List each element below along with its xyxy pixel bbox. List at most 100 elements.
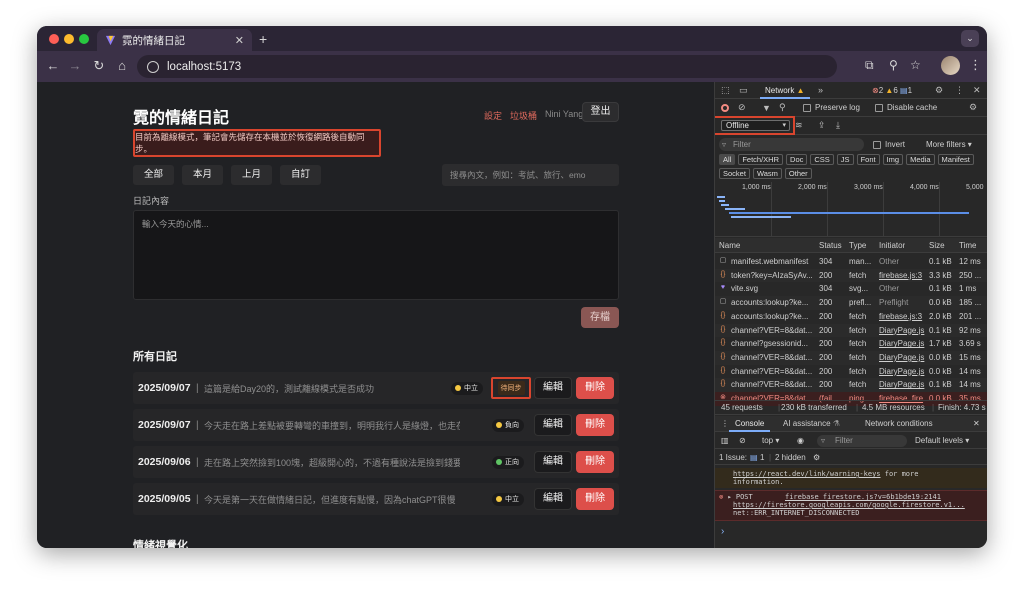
maximize-window-button[interactable] (79, 34, 89, 44)
col-initiator[interactable]: Initiator (879, 241, 905, 250)
chip-doc[interactable]: Doc (786, 154, 808, 165)
diary-entry[interactable]: 2025/09/07 | 這篇是給Day20的，測試離線模式是否成功 中立 待同… (133, 372, 619, 404)
edit-button[interactable]: 編輯 (534, 488, 572, 510)
chip-all[interactable]: All (719, 154, 736, 165)
tab-search-button[interactable]: ⌄ (961, 30, 979, 47)
expand-triangle-icon[interactable]: ▸ (727, 493, 731, 501)
post-source-link[interactable]: firebase_firestore.js?v=6b1bde19:2141 (785, 493, 941, 501)
zoom-icon[interactable]: ⚲ (889, 58, 898, 72)
col-status[interactable]: Status (819, 241, 842, 250)
export-har-icon[interactable]: ⤓ (836, 120, 840, 131)
tab-network[interactable]: Network ▲ (760, 82, 810, 99)
reload-icon[interactable]: ↻ (91, 58, 107, 74)
browser-tab[interactable]: 霓的情緒日記 ✕ (97, 29, 252, 51)
record-icon[interactable] (721, 103, 729, 112)
bookmark-star-icon[interactable]: ☆ (910, 58, 921, 72)
cell-initiator[interactable]: firebase.js:3 (879, 312, 927, 321)
profile-avatar[interactable] (941, 56, 960, 75)
delete-button[interactable]: 刪除 (576, 414, 614, 436)
chip-css[interactable]: CSS (810, 154, 834, 165)
filter-funnel-icon[interactable]: ▼ (762, 103, 771, 113)
logout-button[interactable]: 登出 (582, 102, 619, 122)
trash-link[interactable]: 垃圾桶 (510, 109, 537, 122)
cell-initiator[interactable]: DiaryPage.js (879, 353, 927, 362)
cell-initiator[interactable]: DiaryPage.js (879, 367, 927, 376)
chip-font[interactable]: Font (856, 154, 880, 165)
network-filter-input[interactable]: Filter (719, 138, 864, 151)
network-request-row[interactable]: {} channel?gsessionid... 200 fetch DiaryPage… (715, 337, 987, 351)
network-request-row[interactable]: {} accounts:lookup?ke... 200 fetch firebase.… (715, 309, 987, 324)
settings-gear-icon[interactable]: ⚙ (935, 85, 943, 96)
filter-custom-button[interactable]: 自訂 (280, 165, 322, 185)
diary-entry[interactable]: 2025/09/05 | 今天是第一天在做情緒日記，但進度有點慢，因為chatG… (133, 483, 619, 515)
chip-other[interactable]: Other (784, 168, 812, 179)
cell-initiator[interactable]: DiaryPage.js (879, 326, 927, 335)
cell-initiator[interactable]: firebase.js:3 (879, 271, 927, 280)
clear-console-icon[interactable]: ⊘ (739, 436, 746, 445)
tab-close-icon[interactable]: ✕ (235, 34, 244, 47)
cell-initiator[interactable]: DiaryPage.js (879, 380, 927, 389)
react-warning-link[interactable]: https://react.dev/link/warning-keys (733, 470, 881, 478)
chip-media[interactable]: Media (906, 154, 935, 165)
chip-img[interactable]: Img (882, 154, 904, 165)
forward-arrow-icon[interactable]: → (67, 58, 83, 73)
chip-socket[interactable]: Socket (719, 168, 750, 179)
device-toolbar-icon[interactable]: ▭ (739, 85, 748, 96)
more-tabs-icon[interactable]: » (818, 85, 823, 95)
console-settings-icon[interactable]: ⚙ (813, 453, 820, 462)
diary-entry[interactable]: 2025/09/07 | 今天走在路上差點被要轉彎的車撞到，明明我行人是綠燈，也… (133, 409, 619, 441)
close-window-button[interactable] (49, 34, 59, 44)
network-timeline[interactable]: 1,000 ms 2,000 ms 3,000 ms 4,000 ms 5,00… (715, 182, 987, 237)
filter-all-button[interactable]: 全部 (133, 165, 175, 185)
close-devtools-icon[interactable]: ✕ (973, 85, 981, 96)
close-drawer-icon[interactable]: ✕ (973, 419, 980, 428)
col-name[interactable]: Name (719, 241, 740, 250)
network-request-row[interactable]: {} channel?VER=8&dat... 200 fetch DiaryPage.… (715, 364, 987, 379)
delete-button[interactable]: 刪除 (576, 377, 614, 399)
console-counts[interactable]: ⊗2 ▲6 ▤1 (872, 86, 912, 95)
network-request-row[interactable]: ♥ vite.svg 304 svg... Other 0.1 kB 1 ms (715, 282, 987, 297)
filter-last-month-button[interactable]: 上月 (231, 165, 273, 185)
col-size[interactable]: Size (929, 241, 945, 250)
context-selector[interactable]: top ▾ (762, 436, 779, 445)
save-button[interactable]: 存檔 (581, 307, 619, 328)
chip-wasm[interactable]: Wasm (752, 168, 782, 179)
edit-button[interactable]: 編輯 (534, 377, 572, 399)
delete-button[interactable]: 刪除 (576, 488, 614, 510)
clear-icon[interactable]: ⊘ (738, 102, 746, 113)
disable-cache-checkbox[interactable] (875, 103, 883, 112)
default-levels-dropdown[interactable]: Default levels ▾ (915, 436, 969, 445)
console-prompt[interactable]: › (721, 526, 724, 537)
console-filter-input[interactable]: Filter (817, 434, 907, 447)
network-request-row[interactable]: {} token?key=AIzaSyAv... 200 fetch firebase.… (715, 268, 987, 283)
import-har-icon[interactable]: ⇪ (818, 120, 826, 131)
new-tab-icon[interactable]: + (259, 31, 267, 47)
edit-button[interactable]: 編輯 (534, 451, 572, 473)
chip-js[interactable]: JS (836, 154, 854, 165)
home-icon[interactable]: ⌂ (114, 58, 130, 73)
network-request-row[interactable]: {} channel?VER=8&dat... 200 fetch DiaryPage.… (715, 323, 987, 338)
issues-count[interactable]: 1 (760, 453, 764, 462)
issue-icon[interactable]: ▤ (750, 453, 758, 462)
minimize-window-button[interactable] (64, 34, 74, 44)
search-icon[interactable]: ⚲ (779, 102, 786, 113)
back-arrow-icon[interactable]: ← (45, 58, 61, 73)
tab-ai-assistance[interactable]: AI assistance ⚗ (783, 419, 840, 428)
network-settings-icon[interactable]: ⚙ (969, 102, 977, 113)
network-request-row[interactable]: {} channel?VER=8&dat... 200 fetch DiaryPage.… (715, 378, 987, 392)
preserve-log-checkbox[interactable] (803, 103, 811, 112)
edit-button[interactable]: 編輯 (534, 414, 572, 436)
col-type[interactable]: Type (849, 241, 866, 250)
diary-search-input[interactable] (442, 164, 619, 186)
chip-fetch-xhr[interactable]: Fetch/XHR (738, 154, 784, 165)
console-error-message[interactable]: ⊗ ▸ POST firebase_firestore.js?v=6b1bde1… (715, 490, 987, 521)
network-request-row[interactable]: ▢ accounts:lookup?ke... 200 prefl... Preflig… (715, 296, 987, 310)
network-conditions-icon[interactable]: ≋ (795, 120, 803, 131)
inspect-element-icon[interactable]: ⬚ (721, 85, 730, 96)
cell-initiator[interactable]: DiaryPage.js (879, 339, 927, 348)
devtools-menu-icon[interactable]: ⋮ (955, 85, 964, 96)
filter-this-month-button[interactable]: 本月 (182, 165, 224, 185)
diary-entry[interactable]: 2025/09/06 | 走在路上突然撿到100塊，超級開心的，不過有種說法是撿… (133, 446, 619, 478)
install-app-icon[interactable]: ⧉ (865, 58, 874, 73)
site-info-icon[interactable] (147, 60, 159, 73)
